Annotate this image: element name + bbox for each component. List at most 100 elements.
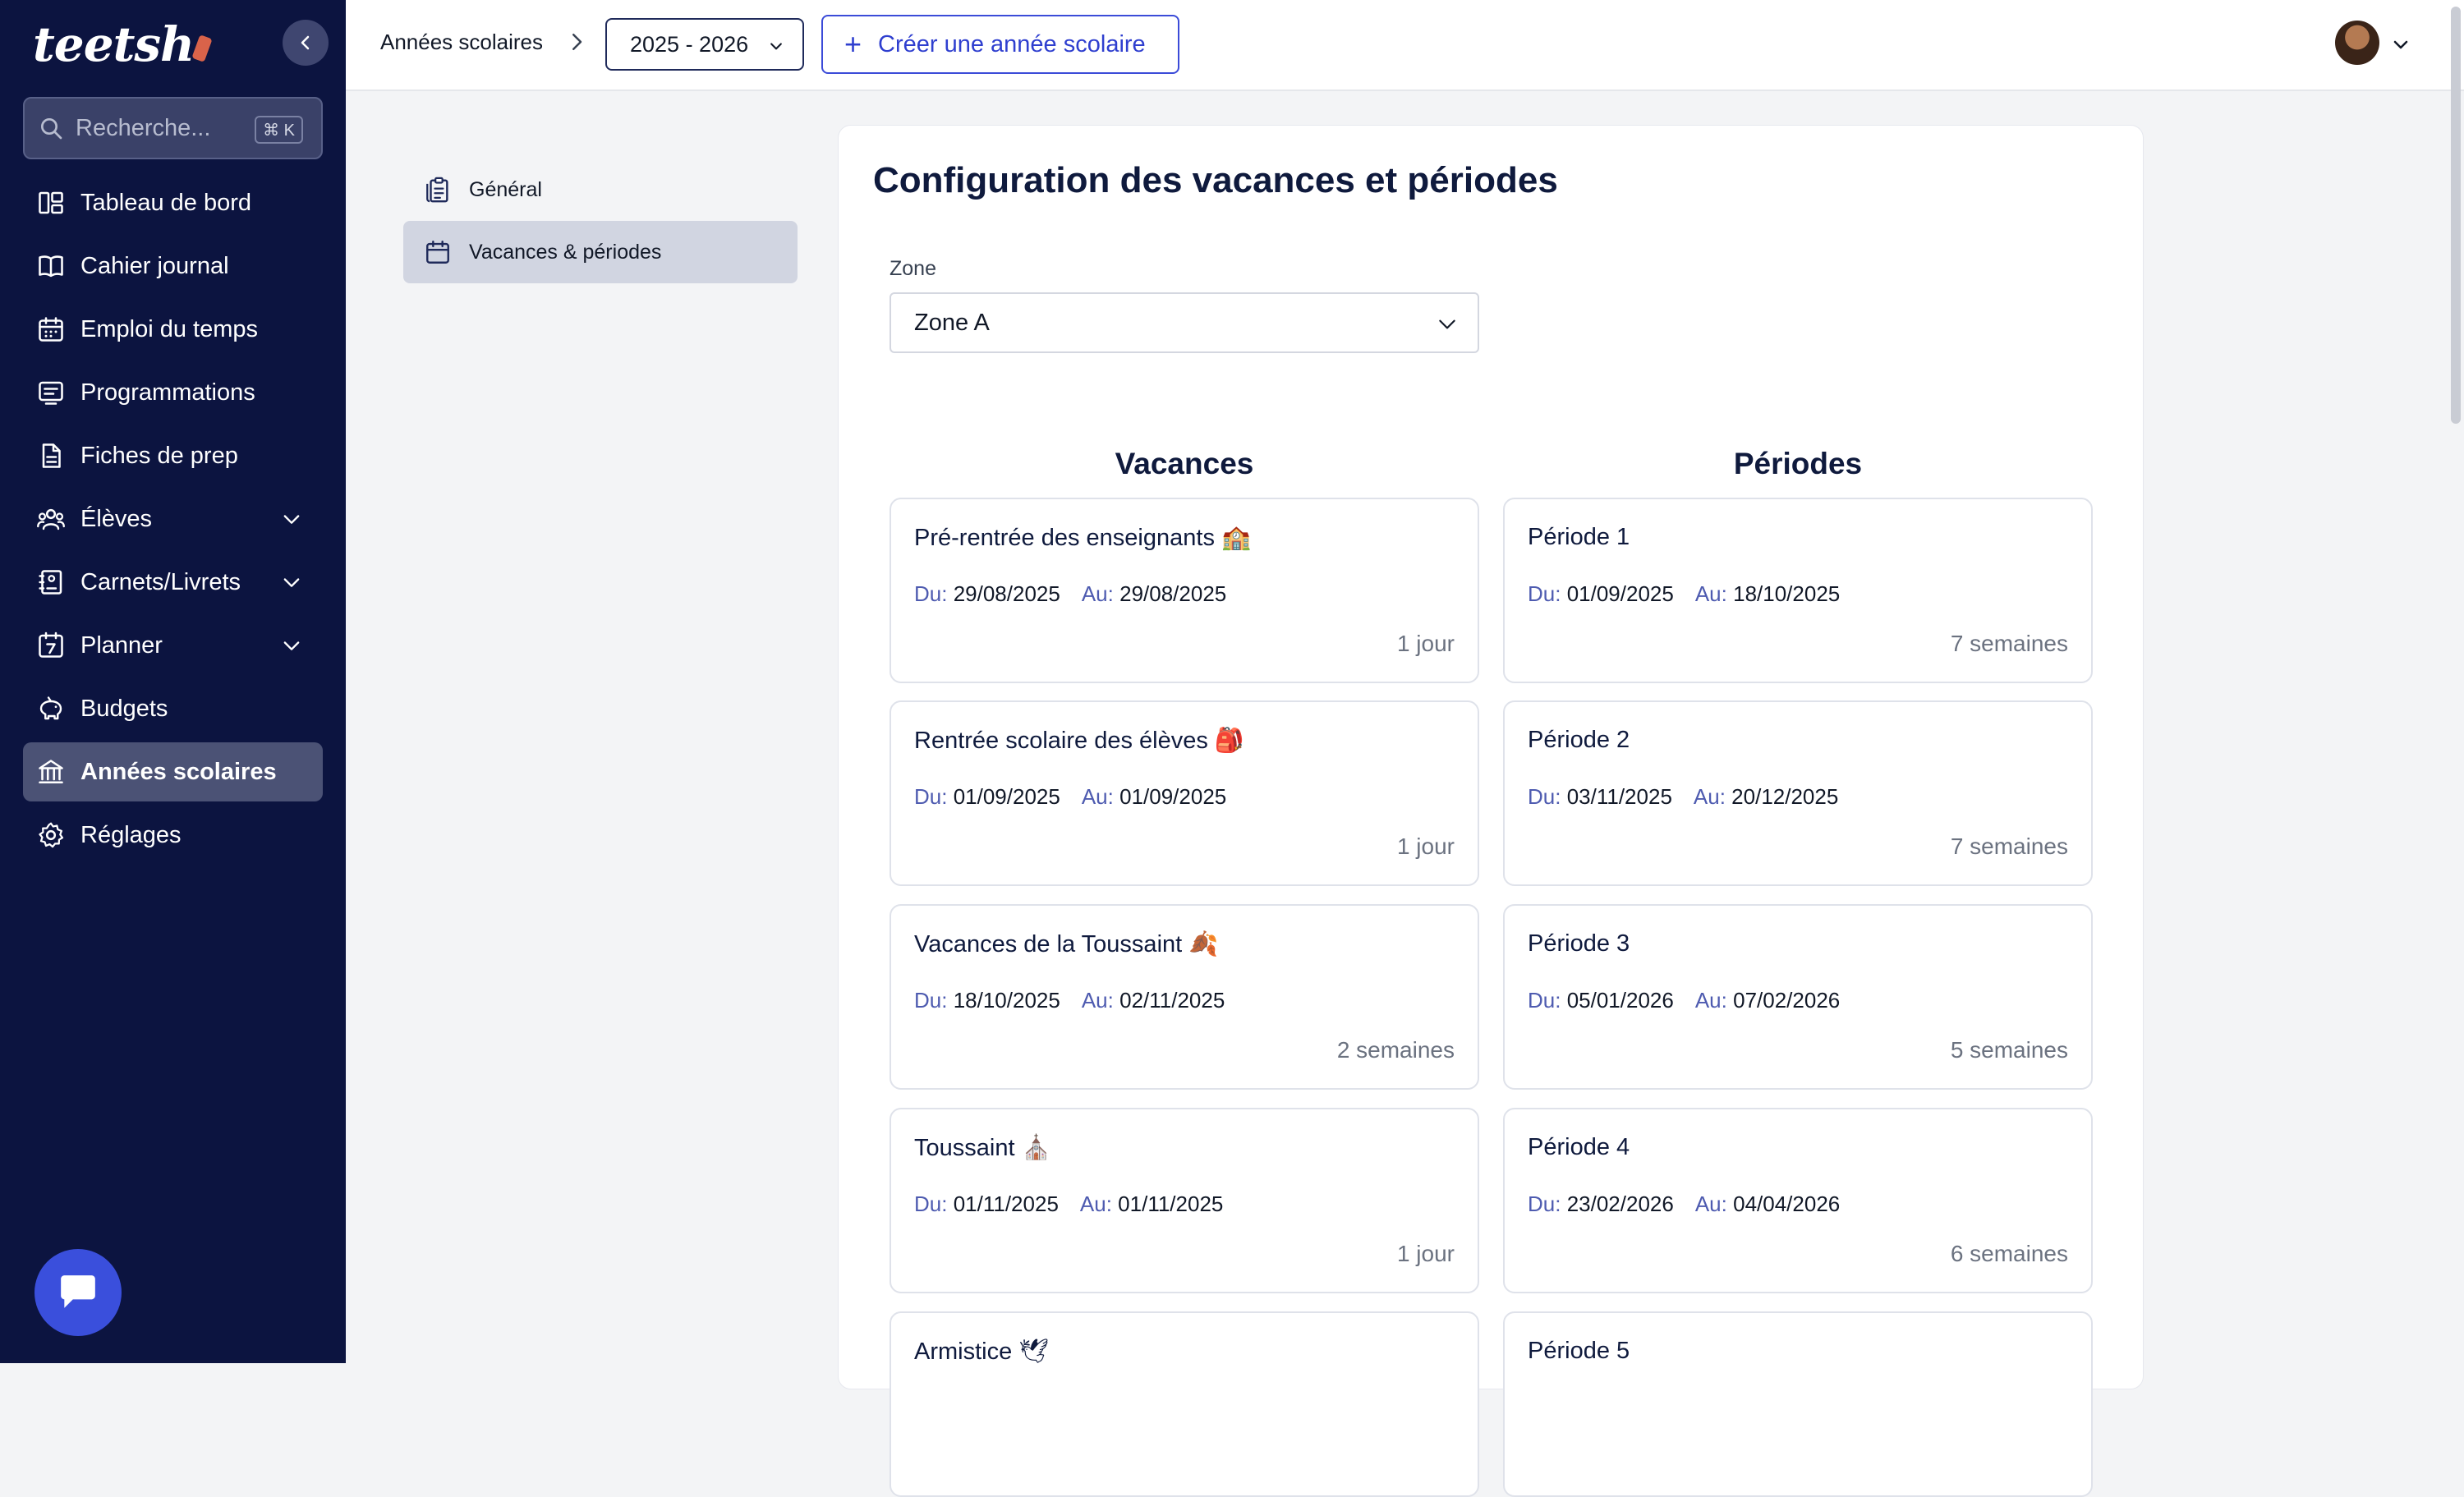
chat-bubble-icon: [61, 1275, 95, 1308]
teetsh-logo[interactable]: teetsh: [33, 16, 213, 72]
users-icon: [36, 504, 66, 534]
periodes-column-title: Périodes: [1733, 447, 1863, 480]
vacance-card[interactable]: Vacances de la Toussaint 🍂 Du: 18/10/202…: [890, 904, 1479, 1090]
to-date: 07/02/2026: [1733, 988, 1841, 1013]
to-label: Au:: [1081, 784, 1114, 809]
school-year-value: 2025 - 2026: [630, 31, 749, 57]
periode-dates: Du: 23/02/2026 Au: 04/04/2026: [1528, 1192, 1840, 1217]
chevron-down-icon: [283, 641, 300, 650]
vacance-name: Vacances de la Toussaint 🍂: [914, 931, 1219, 957]
periode-dates: Du: 01/09/2025 Au: 18/10/2025: [1528, 581, 1840, 607]
zone-label: Zone: [890, 257, 936, 280]
vacance-dates: Du: 01/11/2025 Au: 01/11/2025: [914, 1192, 1223, 1217]
subnav-item-label: Vacances & périodes: [469, 240, 662, 264]
vacance-duration: 1 jour: [1396, 833, 1455, 859]
school-year-select[interactable]: 2025 - 2026: [605, 18, 804, 71]
sidebar-item-label: Budgets: [80, 695, 168, 722]
logo-text: teetsh: [33, 16, 195, 72]
collapse-sidebar-button[interactable]: [283, 20, 329, 66]
sidebar-item-tableau-de-bord[interactable]: Tableau de bord: [23, 173, 323, 232]
from-label: Du:: [1528, 784, 1561, 809]
chevron-down-icon: [283, 515, 300, 524]
to-date: 18/10/2025: [1733, 581, 1841, 606]
sidebar-item-planner[interactable]: Planner: [23, 616, 323, 675]
sidebar-item-annees-scolaires[interactable]: Années scolaires: [23, 742, 323, 801]
vacance-card[interactable]: Toussaint ⛪ Du: 01/11/2025 Au: 01/11/2025…: [890, 1108, 1479, 1293]
sidebar-item-carnets-livrets[interactable]: Carnets/Livrets: [23, 553, 323, 612]
create-school-year-label: Créer une année scolaire: [878, 30, 1146, 57]
zone-value: Zone A: [914, 309, 990, 336]
periode-name: Période 3: [1528, 930, 1630, 957]
search-placeholder: Recherche...: [76, 114, 211, 141]
subnav-item-vacances-periodes[interactable]: Vacances & périodes: [403, 221, 798, 283]
notebook-icon: [36, 567, 66, 597]
sidebar-item-label: Tableau de bord: [80, 189, 251, 216]
school-icon: [36, 757, 66, 787]
chevron-down-icon: [283, 578, 300, 587]
periode-card[interactable]: Période 2 Du: 03/11/2025 Au: 20/12/2025 7…: [1503, 700, 2093, 886]
periode-card[interactable]: Période 3 Du: 05/01/2026 Au: 07/02/2026 5…: [1503, 904, 2093, 1090]
from-date: 29/08/2025: [953, 581, 1060, 606]
subnav-item-label: Général: [469, 177, 542, 201]
calendar-icon: [423, 237, 453, 267]
create-school-year-button[interactable]: + Créer une année scolaire: [821, 15, 1179, 74]
topbar: Années scolaires 2025 - 2026 + Créer une…: [346, 0, 2464, 91]
periode-name: Période 4: [1528, 1134, 1630, 1160]
from-label: Du:: [1528, 988, 1561, 1013]
vacance-name: Rentrée scolaire des élèves 🎒: [914, 728, 1245, 754]
from-label: Du:: [1528, 1192, 1561, 1216]
page-scrollbar[interactable]: [2451, 7, 2461, 424]
search-icon: [41, 118, 62, 140]
sidebar-item-budgets[interactable]: Budgets: [23, 679, 323, 738]
chat-support-button[interactable]: [34, 1249, 122, 1336]
sidebar-item-label: Cahier journal: [80, 252, 229, 279]
sidebar-item-label: Planner: [80, 631, 163, 659]
avatar[interactable]: [2335, 21, 2379, 65]
sidebar-item-cahier-journal[interactable]: Cahier journal: [23, 236, 323, 296]
chevron-right-icon: [572, 34, 582, 50]
vacance-card[interactable]: Pré-rentrée des enseignants 🏫 Du: 29/08/…: [890, 498, 1479, 683]
periode-card[interactable]: Période 4 Du: 23/02/2026 Au: 04/04/2026 6…: [1503, 1108, 2093, 1293]
zone-select[interactable]: Zone A: [890, 292, 1479, 353]
holidays-periods-card: Configuration des vacances et périodes Z…: [838, 125, 2144, 1497]
to-date: 01/11/2025: [1118, 1192, 1224, 1216]
sidebar-item-label: Élèves: [80, 505, 153, 532]
sidebar-item-fiches-de-prep[interactable]: Fiches de prep: [23, 426, 323, 485]
sidebar: teetsh Recherche... ⌘ K Tableau de bord …: [0, 0, 346, 1363]
from-label: Du:: [1528, 581, 1561, 606]
from-date: 01/09/2025: [953, 784, 1060, 809]
planner-icon: [36, 631, 66, 660]
periode-name: Période 2: [1528, 727, 1630, 753]
periode-card[interactable]: Période 1 Du: 01/09/2025 Au: 18/10/2025 7…: [1503, 498, 2093, 683]
clipboard-icon: [423, 175, 453, 204]
page-title: Configuration des vacances et périodes: [873, 160, 1558, 200]
vacance-duration: 1 jour: [1396, 1241, 1455, 1266]
sidebar-item-eleves[interactable]: Élèves: [23, 489, 323, 549]
periode-duration: 7 semaines: [1950, 631, 2068, 656]
vacance-card[interactable]: Armistice 🕊: [890, 1311, 1479, 1497]
search-input[interactable]: Recherche... ⌘ K: [23, 97, 323, 159]
to-date: 01/09/2025: [1119, 784, 1227, 809]
from-date: 03/11/2025: [1566, 784, 1672, 809]
sidebar-item-programmations[interactable]: Programmations: [23, 363, 323, 422]
board-icon: [36, 378, 66, 407]
search-shortcut: ⌘ K: [255, 116, 303, 144]
from-label: Du:: [914, 1192, 948, 1216]
sidebar-item-reglages[interactable]: Réglages: [23, 806, 323, 865]
sidebar-item-label: Réglages: [80, 821, 182, 848]
periode-dates: Du: 03/11/2025 Au: 20/12/2025: [1528, 784, 1838, 810]
sidebar-item-emploi-du-temps[interactable]: Emploi du temps: [23, 300, 323, 359]
subnav-item-general[interactable]: Général: [403, 158, 798, 221]
to-label: Au:: [1081, 988, 1114, 1013]
piggy-bank-icon: [36, 694, 66, 723]
periode-dates: Du: 05/01/2026 Au: 07/02/2026: [1528, 988, 1840, 1013]
from-label: Du:: [914, 988, 948, 1013]
from-label: Du:: [914, 581, 948, 606]
chevron-down-icon: [770, 43, 782, 50]
vacance-dates: Du: 29/08/2025 Au: 29/08/2025: [914, 581, 1226, 607]
vacance-card[interactable]: Rentrée scolaire des élèves 🎒 Du: 01/09/…: [890, 700, 1479, 886]
chevron-down-icon[interactable]: [2391, 34, 2411, 54]
breadcrumb-annees-scolaires[interactable]: Années scolaires: [380, 30, 543, 55]
to-label: Au:: [1081, 581, 1114, 606]
periode-card[interactable]: Période 5: [1503, 1311, 2093, 1497]
